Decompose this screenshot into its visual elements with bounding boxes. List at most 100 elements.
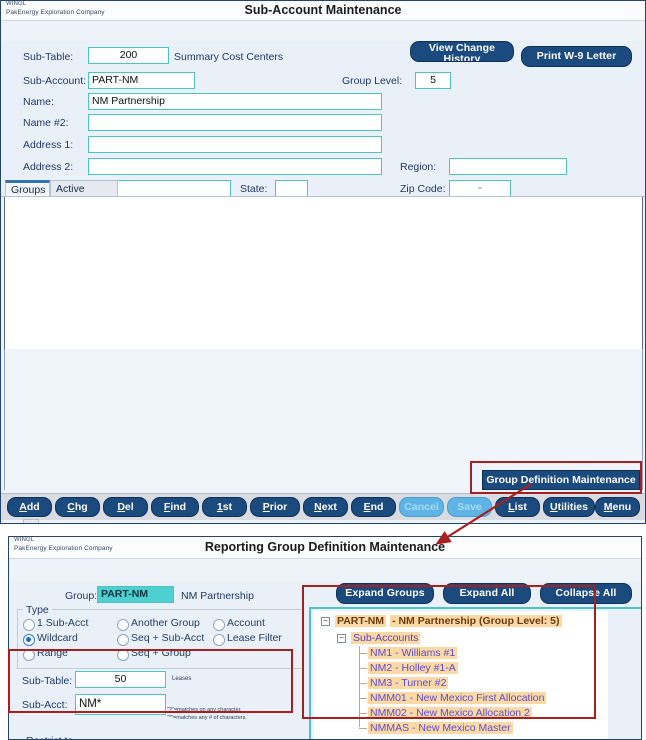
view-change-history-line2: History [443, 53, 481, 62]
nav-next-button[interactable]: Next [303, 497, 348, 517]
w2-sub-table-description: Leases [172, 676, 192, 682]
tree-item-1[interactable]: NM2 - Holley #1-A [368, 662, 458, 674]
view-change-history-button[interactable]: View Change History [410, 41, 514, 62]
tree-sub-accounts-label: Sub-Accounts [351, 632, 421, 644]
w2-sub-acct-input[interactable]: NM* [75, 694, 166, 715]
window1-title: Sub-Account Maintenance [244, 3, 402, 17]
address2-label: Address 2: [23, 161, 74, 173]
tree-item-0[interactable]: NM1 - Williams #1 [368, 647, 458, 659]
groups-list-panel[interactable] [4, 197, 643, 349]
tree-item-5-label: NMMAS - New Mexico Master [368, 722, 513, 734]
group-level-input[interactable]: 5 [415, 72, 451, 89]
wildcard-hint-line1: "?"=matches on any character. [167, 707, 242, 713]
nav-del-button[interactable]: Del [103, 497, 148, 517]
radio-another-group[interactable]: Another Group [117, 617, 200, 631]
tree-item-3[interactable]: NMM01 - New Mexico First Allocation [368, 692, 547, 704]
nav-prior-button[interactable]: Prior [250, 497, 300, 517]
tree-item-3-label: NMM01 - New Mexico First Allocation [368, 692, 547, 704]
radio-seq-group[interactable]: Seq + Group [117, 647, 191, 661]
tree-tick-5 [359, 713, 367, 714]
name-input[interactable]: NM Partnership [88, 93, 382, 110]
window1-statusbar-stub [23, 519, 39, 523]
tab-active-dates[interactable]: Active Dates [50, 180, 118, 211]
tree-tick-4 [359, 698, 367, 699]
nav-list-button[interactable]: List [495, 497, 540, 517]
sub-account-maintenance-window: WINGL PakEnergy Exploration Company Sub-… [0, 0, 646, 524]
print-w9-letter-button[interactable]: Print W-9 Letter [521, 46, 632, 67]
group-input[interactable]: PART-NM [97, 586, 174, 603]
radio-wildcard[interactable]: Wildcard [23, 632, 78, 646]
tree-item-4-label: NMM02 - New Mexico Allocation 2 [368, 707, 532, 719]
tree-root-desc: - NM Partnership (Group Level: 5) [390, 615, 562, 627]
w2-panel-divider [309, 607, 311, 739]
window2-title: Reporting Group Definition Maintenance [204, 540, 446, 554]
radio-seq-sub-acct[interactable]: Seq + Sub-Acct [117, 632, 204, 646]
tree-tick-1 [359, 653, 367, 654]
sub-account-input[interactable]: PART-NM [88, 72, 195, 89]
tab-groups[interactable]: Groups [5, 180, 50, 197]
region-input[interactable] [449, 158, 567, 175]
tree-item-2-label: NM3 - Turner #2 [368, 677, 449, 689]
nav-1st-button[interactable]: 1st [202, 497, 247, 517]
tree-tick-3 [359, 683, 367, 684]
group-definition-maintenance-button[interactable]: Group Definition Maintenance [482, 470, 640, 490]
nav-utilities-button[interactable]: Utilities [543, 497, 595, 517]
address2-input[interactable] [88, 158, 382, 175]
window1-titlebar: WINGL PakEnergy Exploration Company Sub-… [1, 1, 645, 21]
tree-item-4[interactable]: NMM02 - New Mexico Allocation 2 [368, 707, 532, 719]
w2-sub-acct-label: Sub-Acct: [22, 699, 68, 711]
name2-input[interactable] [88, 114, 382, 131]
sub-accounts-expander-icon[interactable]: − [337, 634, 346, 643]
window1-navbar: Add Chg Del Find 1st Prior Next End Canc… [1, 493, 645, 520]
root-expander-icon[interactable]: − [321, 617, 330, 626]
sub-account-label: Sub-Account: [23, 75, 87, 87]
window2-titlebar: WINGL PakEnergy Exploration Company Repo… [9, 537, 641, 559]
nav-save-button: Save [447, 497, 492, 517]
collapse-all-button[interactable]: Collapse All [540, 583, 632, 604]
group-tree-panel[interactable]: − PART-NM - NM Partnership (Group Level: … [314, 611, 608, 739]
expand-groups-button[interactable]: Expand Groups [336, 583, 434, 604]
name2-label: Name #2: [23, 117, 69, 129]
nav-end-button[interactable]: End [351, 497, 396, 517]
nav-add-button[interactable]: Add [7, 497, 52, 517]
tree-node-root[interactable]: PART-NM - NM Partnership (Group Level: 5) [335, 615, 562, 627]
tree-node-sub-accounts[interactable]: Sub-Accounts [351, 632, 421, 644]
root-expander-glyph: − [323, 617, 328, 626]
tree-item-2[interactable]: NM3 - Turner #2 [368, 677, 449, 689]
w2-top-divider [311, 607, 641, 609]
address1-input[interactable] [88, 136, 382, 153]
group-description: NM Partnership [181, 590, 254, 602]
window1-lower-panel [5, 349, 642, 490]
tree-root-code: PART-NM [335, 615, 387, 627]
tree-item-5[interactable]: NMMAS - New Mexico Master [368, 722, 513, 734]
nav-menu-button[interactable]: Menu [595, 497, 640, 517]
radio-lease-filter[interactable]: Lease Filter [213, 632, 282, 646]
sub-table-input[interactable]: 200 [88, 47, 169, 64]
tree-item-0-label: NM1 - Williams #1 [368, 647, 458, 659]
window2-form: Group: PART-NM NM Partnership Expand Gro… [9, 581, 641, 739]
w2-sub-table-input[interactable]: 50 [75, 671, 166, 688]
nav-find-button[interactable]: Find [151, 497, 199, 517]
nav-chg-button[interactable]: Chg [55, 497, 100, 517]
radio-account[interactable]: Account [213, 617, 265, 631]
wildcard-hint-line2: "*"=matches any # of characters. [167, 715, 247, 721]
group-label: Group: [65, 590, 98, 602]
radio-range[interactable]: Range [23, 647, 68, 661]
expand-all-button[interactable]: Expand All [443, 583, 531, 604]
lower-panel-left-border [4, 349, 5, 490]
address1-label: Address 1: [23, 139, 74, 151]
tree-vertical-connector [359, 646, 360, 727]
window1-tabstrip: Groups Active Dates [1, 180, 645, 211]
restrict-to-label: Restrict to [23, 735, 77, 739]
tree-tick-2 [359, 668, 367, 669]
group-level-label: Group Level: [342, 75, 403, 87]
screenshot-root: WINGL PakEnergy Exploration Company Sub-… [0, 0, 646, 740]
tree-item-1-label: NM2 - Holley #1-A [368, 662, 458, 674]
w2-sub-table-label: Sub-Table: [22, 675, 73, 687]
window1-form: Sub-Table: 200 Summary Cost Centers View… [1, 41, 645, 199]
reporting-group-definition-window: WINGL PakEnergy Exploration Company Repo… [8, 536, 642, 740]
sub-accounts-expander-glyph: − [339, 634, 344, 643]
region-label: Region: [400, 161, 437, 173]
radio-1-sub-acct[interactable]: 1 Sub-Acct [23, 617, 88, 631]
name-label: Name: [23, 96, 54, 108]
